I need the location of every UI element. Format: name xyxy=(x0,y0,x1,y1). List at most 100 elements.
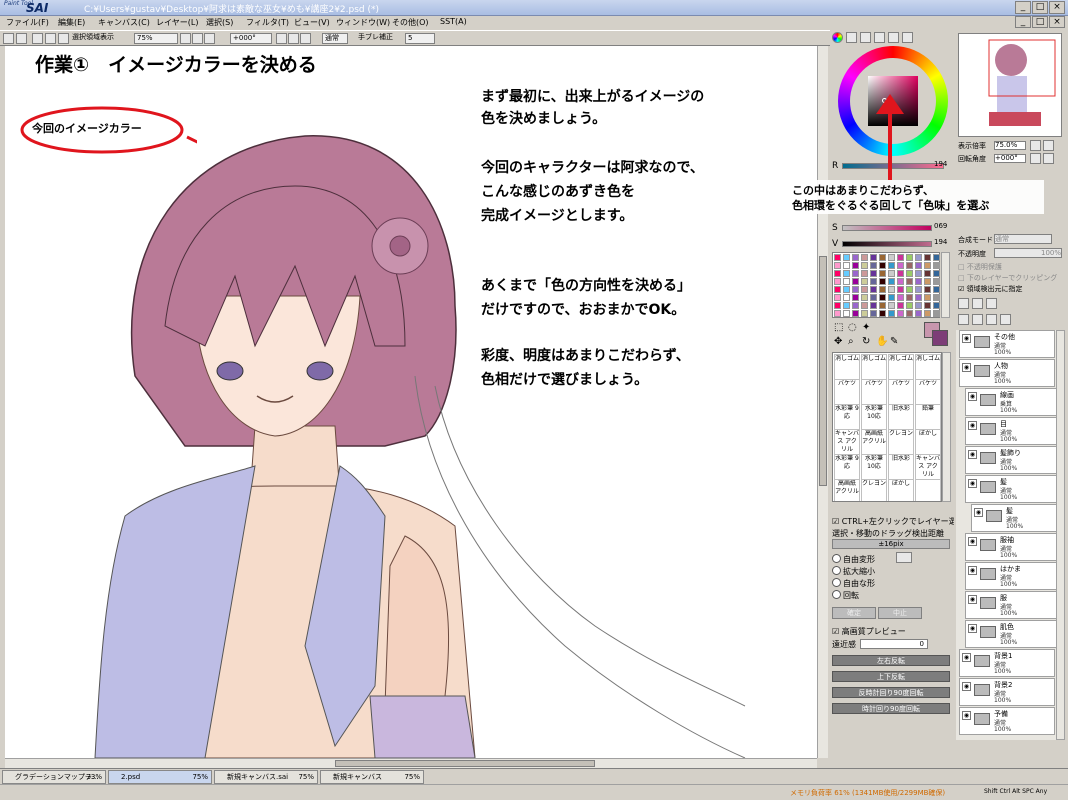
color-swatch[interactable] xyxy=(924,262,931,269)
primary-color-swatch[interactable] xyxy=(932,330,948,346)
canvas-tab[interactable]: 新規キャンバス.sai 75% xyxy=(214,770,318,784)
tool-grid-scrollbar[interactable] xyxy=(942,352,951,502)
color-swatch[interactable] xyxy=(897,302,904,309)
color-swatch[interactable] xyxy=(870,270,877,277)
hand-icon[interactable]: ✋ xyxy=(876,336,888,347)
layer-row[interactable]: ◉ 服袖 通常 100% xyxy=(965,533,1056,561)
zoom-select[interactable]: 75% xyxy=(134,33,178,44)
rotate-left-icon[interactable] xyxy=(276,33,287,44)
color-swatch[interactable] xyxy=(915,302,922,309)
brush-tool[interactable]: クレヨン xyxy=(861,479,887,501)
nav-angle-value[interactable]: +000° xyxy=(994,154,1026,163)
color-swatch[interactable] xyxy=(852,254,859,261)
color-swatch[interactable] xyxy=(906,310,913,317)
rgb-slider-tab-icon[interactable] xyxy=(846,32,857,43)
color-swatch[interactable] xyxy=(888,270,895,277)
layer-row[interactable]: ◉ 人物 通常 100% xyxy=(959,359,1055,387)
magic-wand-icon[interactable]: ✦ xyxy=(862,322,870,333)
rotate-icon[interactable]: ↻ xyxy=(862,336,870,347)
color-swatch[interactable] xyxy=(933,286,940,293)
perspective-input[interactable]: 0 xyxy=(860,639,928,649)
color-swatch[interactable] xyxy=(843,278,850,285)
color-swatch[interactable] xyxy=(843,294,850,301)
transform-ok-button[interactable]: 確定 xyxy=(832,607,876,619)
menu-file[interactable]: ファイル(F) xyxy=(6,17,49,28)
color-swatch[interactable] xyxy=(852,270,859,277)
show-selection-icon[interactable] xyxy=(58,33,69,44)
color-swatch[interactable] xyxy=(852,262,859,269)
canvas[interactable]: 作業① イメージカラーを決める 今回のイメージカラー まず最初に、出来上がるイメ… xyxy=(5,46,817,758)
color-swatch[interactable] xyxy=(897,254,904,261)
brush-tool[interactable]: 高画紙 アクリル xyxy=(834,479,860,501)
s-slider[interactable] xyxy=(842,225,932,231)
visibility-eye-icon[interactable]: ◉ xyxy=(968,537,977,546)
color-swatch[interactable] xyxy=(888,310,895,317)
color-swatch[interactable] xyxy=(843,270,850,277)
scratchpad-tab-icon[interactable] xyxy=(902,32,913,43)
transform-scale-radio[interactable]: 拡大縮小 xyxy=(832,566,875,577)
color-swatch[interactable] xyxy=(888,254,895,261)
color-swatch[interactable] xyxy=(933,262,940,269)
nav-zoom-in-icon[interactable] xyxy=(1030,140,1041,151)
color-swatch[interactable] xyxy=(906,294,913,301)
color-swatch[interactable] xyxy=(861,286,868,293)
color-swatch[interactable] xyxy=(924,278,931,285)
protect-opacity-checkbox[interactable]: □ 不透明保護 xyxy=(958,262,1002,272)
color-swatch[interactable] xyxy=(888,262,895,269)
visibility-eye-icon[interactable]: ◉ xyxy=(962,653,971,662)
layer-row[interactable]: ◉ 髪通常 100% xyxy=(971,504,1056,532)
color-swatch[interactable] xyxy=(879,278,886,285)
nav-rotate-right-icon[interactable] xyxy=(1043,153,1054,164)
layer-row[interactable]: ◉ 髪通常 100% xyxy=(965,475,1056,503)
navigator-preview[interactable] xyxy=(958,33,1062,137)
color-swatch[interactable] xyxy=(879,310,886,317)
new-folder-icon[interactable] xyxy=(986,298,997,309)
color-swatch[interactable] xyxy=(861,254,868,261)
menu-select[interactable]: 選択(S) xyxy=(206,17,233,28)
opacity-slider[interactable]: 100% xyxy=(994,248,1062,258)
color-swatch[interactable] xyxy=(924,270,931,277)
menu-filter[interactable]: フィルタ(T) xyxy=(246,17,289,28)
blend-mode-select[interactable]: 通常 xyxy=(322,33,348,44)
visibility-eye-icon[interactable]: ◉ xyxy=(968,421,977,430)
rotate-reset-icon[interactable] xyxy=(300,33,311,44)
transform-distort-radio[interactable]: 自由な形 xyxy=(832,578,875,589)
color-wheel-tab-icon[interactable] xyxy=(832,32,843,43)
color-swatch[interactable] xyxy=(852,294,859,301)
color-swatch[interactable] xyxy=(843,262,850,269)
angle-select[interactable]: +000° xyxy=(230,33,272,44)
nav-rotate-left-icon[interactable] xyxy=(1030,153,1041,164)
rotate-ccw-button[interactable]: 反時計回り90度回転 xyxy=(832,687,950,698)
menu-edit[interactable]: 編集(E) xyxy=(58,17,85,28)
layer-row[interactable]: ◉ 髪飾り 通常 100% xyxy=(965,446,1056,474)
color-swatch[interactable] xyxy=(870,294,877,301)
color-swatch[interactable] xyxy=(933,294,940,301)
color-swatch[interactable] xyxy=(888,278,895,285)
canvas-tab[interactable]: グラデーションマップテ... 33% xyxy=(2,770,106,784)
layer-row[interactable]: ◉ 服通常 100% xyxy=(965,591,1056,619)
menu-window[interactable]: ウィンドウ(W) xyxy=(336,17,390,28)
color-swatch[interactable] xyxy=(834,262,841,269)
hq-preview-checkbox[interactable]: ☑ 高画質プレビュー xyxy=(832,626,906,637)
swatch-scrollbar[interactable] xyxy=(941,252,950,318)
zoom-in-icon[interactable] xyxy=(180,33,191,44)
horizontal-scroll-thumb[interactable] xyxy=(335,760,595,767)
hsv-slider-tab-icon[interactable] xyxy=(860,32,871,43)
color-swatch[interactable] xyxy=(933,278,940,285)
color-swatch[interactable] xyxy=(897,270,904,277)
color-swatch[interactable] xyxy=(924,310,931,317)
transfer-down-icon[interactable] xyxy=(958,314,969,325)
color-swatch[interactable] xyxy=(915,270,922,277)
visibility-eye-icon[interactable]: ◉ xyxy=(968,566,977,575)
color-swatch[interactable] xyxy=(906,262,913,269)
layer-row[interactable]: ◉ 予備 通常 100% xyxy=(959,707,1055,735)
color-swatch[interactable] xyxy=(834,278,841,285)
layer-row[interactable]: ◉ 背景1 通常 100% xyxy=(959,649,1055,677)
flip-vertical-button[interactable]: 上下反転 xyxy=(832,671,950,682)
color-swatch[interactable] xyxy=(861,294,868,301)
color-swatch[interactable] xyxy=(834,270,841,277)
v-slider[interactable] xyxy=(842,241,932,247)
color-swatch[interactable] xyxy=(879,262,886,269)
color-swatch[interactable] xyxy=(879,302,886,309)
color-swatch[interactable] xyxy=(870,302,877,309)
